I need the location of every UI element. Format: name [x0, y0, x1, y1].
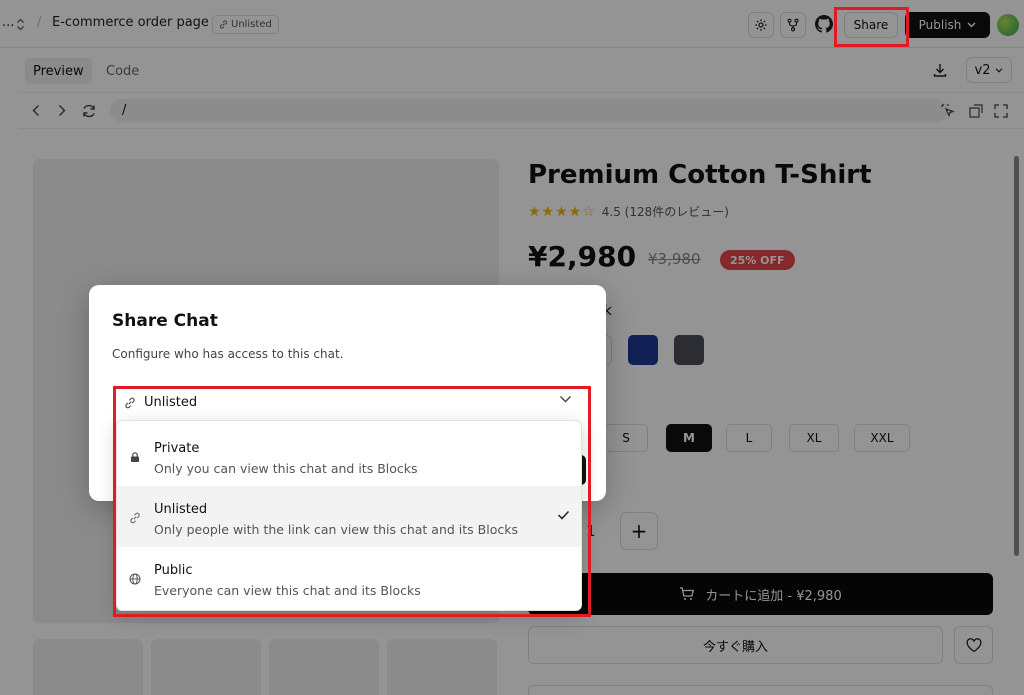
- visibility-option-public[interactable]: Public Everyone can view this chat and i…: [117, 547, 581, 608]
- option-title: Public: [154, 563, 193, 578]
- option-description: Only you can view this chat and its Bloc…: [154, 461, 418, 476]
- option-title: Unlisted: [154, 502, 208, 517]
- visibility-select[interactable]: Unlisted: [116, 389, 582, 416]
- link-icon: [125, 397, 135, 408]
- app-root: ... / E-commerce order page Unlisted Sha…: [0, 0, 1024, 695]
- visibility-option-private[interactable]: Private Only you can view this chat and …: [117, 425, 581, 486]
- option-description: Only people with the link can view this …: [154, 522, 518, 537]
- chevron-down-icon: [560, 396, 571, 403]
- dialog-title: Share Chat: [112, 311, 218, 331]
- visibility-option-unlisted[interactable]: Unlisted Only people with the link can v…: [117, 486, 581, 547]
- visibility-dropdown: Private Only you can view this chat and …: [116, 420, 582, 611]
- visibility-select-value: Unlisted: [144, 395, 198, 410]
- lock-icon: [131, 452, 139, 462]
- option-title: Private: [154, 441, 200, 456]
- globe-icon: [129, 573, 141, 585]
- dialog-description: Configure who has access to this chat.: [112, 347, 344, 361]
- link-icon: [130, 512, 140, 524]
- option-description: Everyone can view this chat and its Bloc…: [154, 583, 421, 598]
- check-icon: [557, 510, 570, 520]
